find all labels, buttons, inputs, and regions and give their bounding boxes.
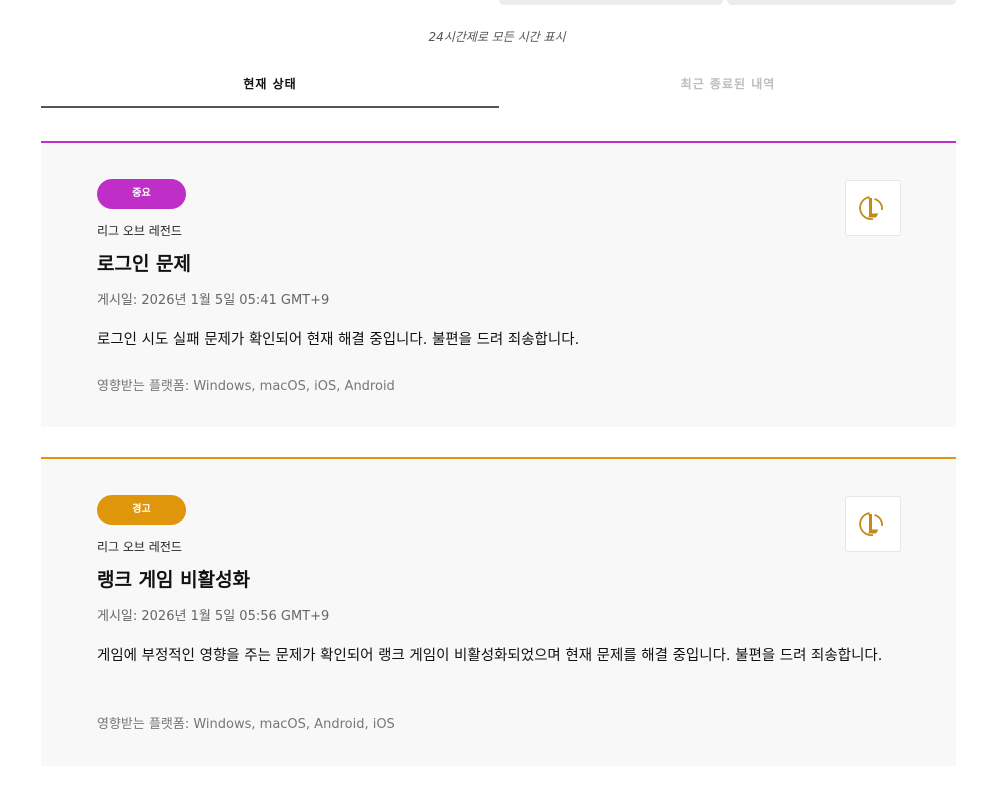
incident-description: 게임에 부정적인 영향을 주는 문제가 확인되어 랭크 게임이 비활성화되었으며…: [97, 648, 883, 664]
top-control-stub-left[interactable]: [499, 0, 723, 5]
timezone-note: 24시간제로 모든 시간 표시: [428, 30, 566, 44]
product-name: 리그 오브 레전드: [97, 540, 182, 554]
incident-card: 중요 리그 오브 레전드 로그인 문제 게시일: 2026년 1월 5일 05:…: [41, 141, 956, 427]
incident-description: 로그인 시도 실패 문제가 확인되어 현재 해결 중입니다. 불편을 드려 죄송…: [97, 332, 580, 348]
league-of-legends-logo-icon: [845, 180, 901, 236]
affected-platforms: 영향받는 플랫폼: Windows, macOS, iOS, Android: [97, 379, 395, 394]
incident-title: 로그인 문제: [97, 253, 192, 275]
tab-recently-resolved[interactable]: 최근 종료된 내역: [499, 74, 957, 108]
incident-title: 랭크 게임 비활성화: [97, 569, 251, 591]
product-name: 리그 오브 레전드: [97, 224, 182, 238]
posted-date: 게시일: 2026년 1월 5일 05:41 GMT+9: [97, 293, 330, 308]
severity-badge: 중요: [97, 179, 186, 209]
top-control-stub-right[interactable]: [727, 0, 956, 5]
severity-badge: 경고: [97, 495, 186, 525]
status-tabs: 현재 상태 최근 종료된 내역: [41, 74, 956, 108]
tab-current-status[interactable]: 현재 상태: [41, 74, 499, 108]
league-of-legends-logo-icon: [845, 496, 901, 552]
affected-platforms: 영향받는 플랫폼: Windows, macOS, Android, iOS: [97, 717, 395, 732]
incident-card: 경고 리그 오브 레전드 랭크 게임 비활성화 게시일: 2026년 1월 5일…: [41, 457, 956, 766]
posted-date: 게시일: 2026년 1월 5일 05:56 GMT+9: [97, 609, 330, 624]
